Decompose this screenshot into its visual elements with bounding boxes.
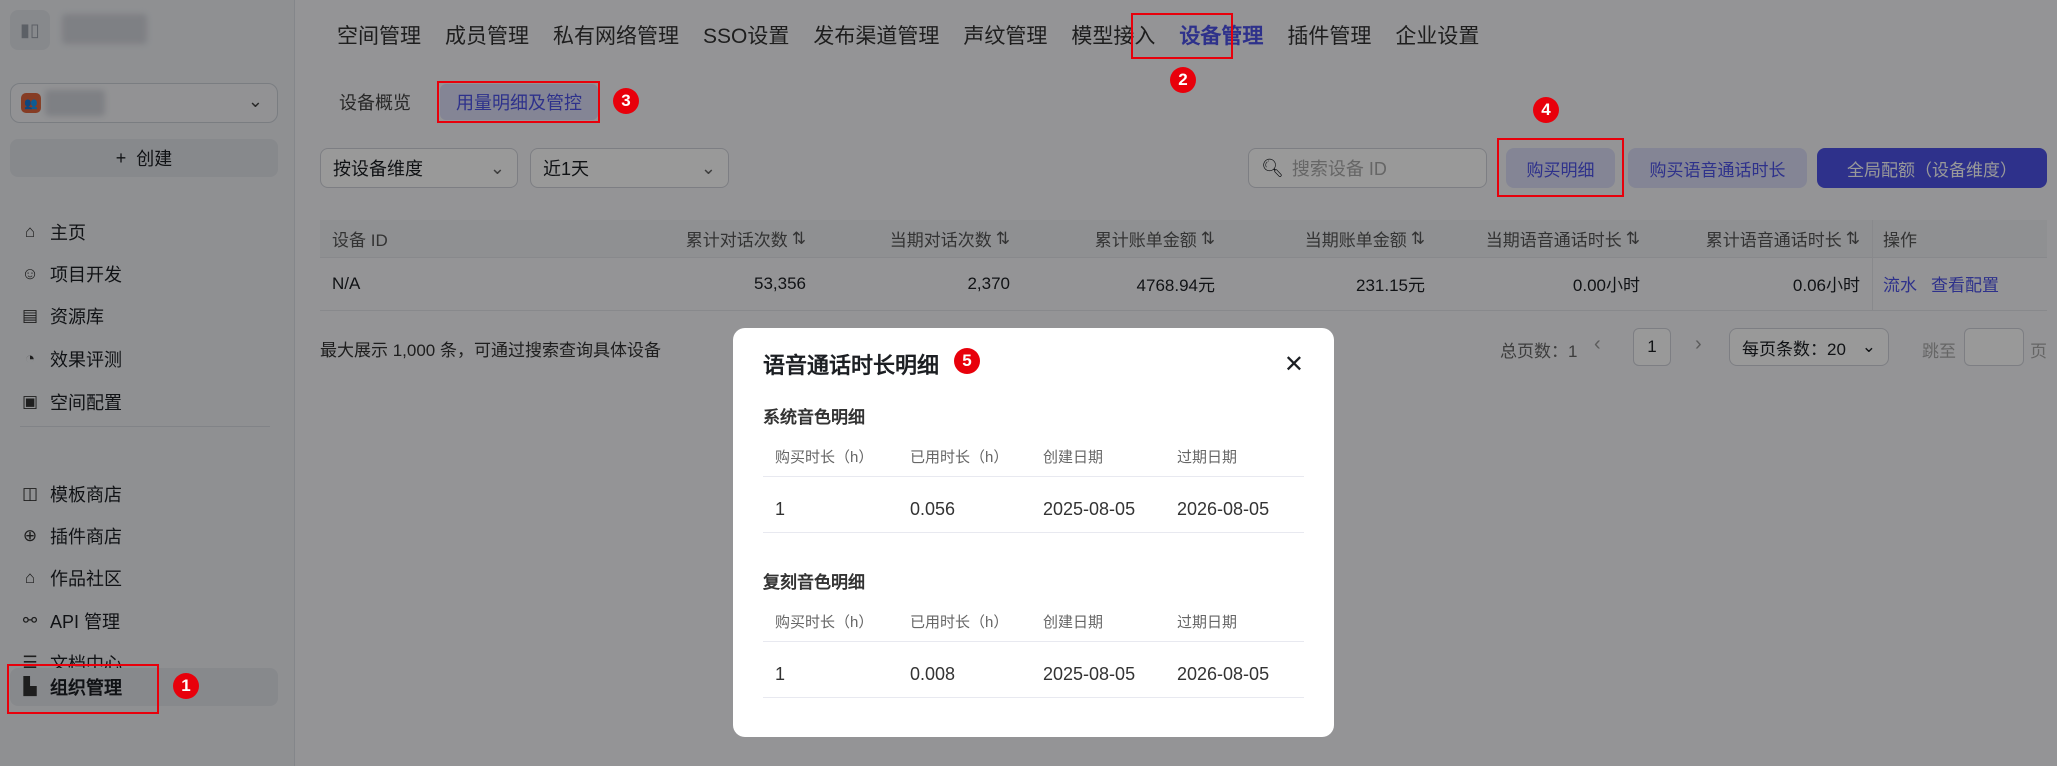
modal-column-header: 购买时长（h） (775, 614, 874, 631)
modal-cell: 1 (775, 664, 786, 684)
modal-cell: 2025-08-05 (1043, 664, 1136, 684)
modal-column-header: 已用时长（h） (910, 449, 1009, 466)
annotation-badge-4: 4 (1533, 97, 1559, 123)
voice-duration-modal: 语音通话时长明细 ✕ 系统音色明细 购买时长（h） 已用时长（h） 创建日期 过期日期 1… (733, 328, 1334, 737)
section-title: 复刻音色明细 (763, 573, 865, 592)
close-icon[interactable]: ✕ (1284, 350, 1304, 379)
modal-cell: 0.008 (910, 664, 956, 684)
annotation-box-2 (1131, 13, 1233, 59)
annotation-box-3 (437, 81, 600, 123)
divider (763, 532, 1304, 533)
divider (763, 697, 1304, 698)
modal-cell: 0.056 (910, 499, 956, 519)
modal-column-header: 过期日期 (1177, 614, 1238, 631)
modal-title: 语音通话时长明细 (763, 353, 940, 378)
divider (763, 641, 1304, 642)
annotation-badge-1: 1 (173, 673, 199, 699)
modal-column-header: 创建日期 (1043, 449, 1104, 466)
annotation-box-4 (1497, 138, 1624, 197)
annotation-badge-3: 3 (613, 88, 639, 114)
modal-cell: 2026-08-05 (1177, 499, 1270, 519)
modal-column-header: 购买时长（h） (775, 449, 874, 466)
modal-cell: 2025-08-05 (1043, 499, 1136, 519)
annotation-badge-2: 2 (1170, 67, 1196, 93)
modal-column-header: 过期日期 (1177, 449, 1238, 466)
modal-column-header: 创建日期 (1043, 614, 1104, 631)
annotation-box-1 (7, 664, 159, 714)
modal-cell: 2026-08-05 (1177, 664, 1270, 684)
annotation-badge-5: 5 (954, 348, 980, 374)
section-title: 系统音色明细 (763, 408, 865, 427)
divider (763, 476, 1304, 477)
modal-column-header: 已用时长（h） (910, 614, 1009, 631)
modal-cell: 1 (775, 499, 786, 519)
